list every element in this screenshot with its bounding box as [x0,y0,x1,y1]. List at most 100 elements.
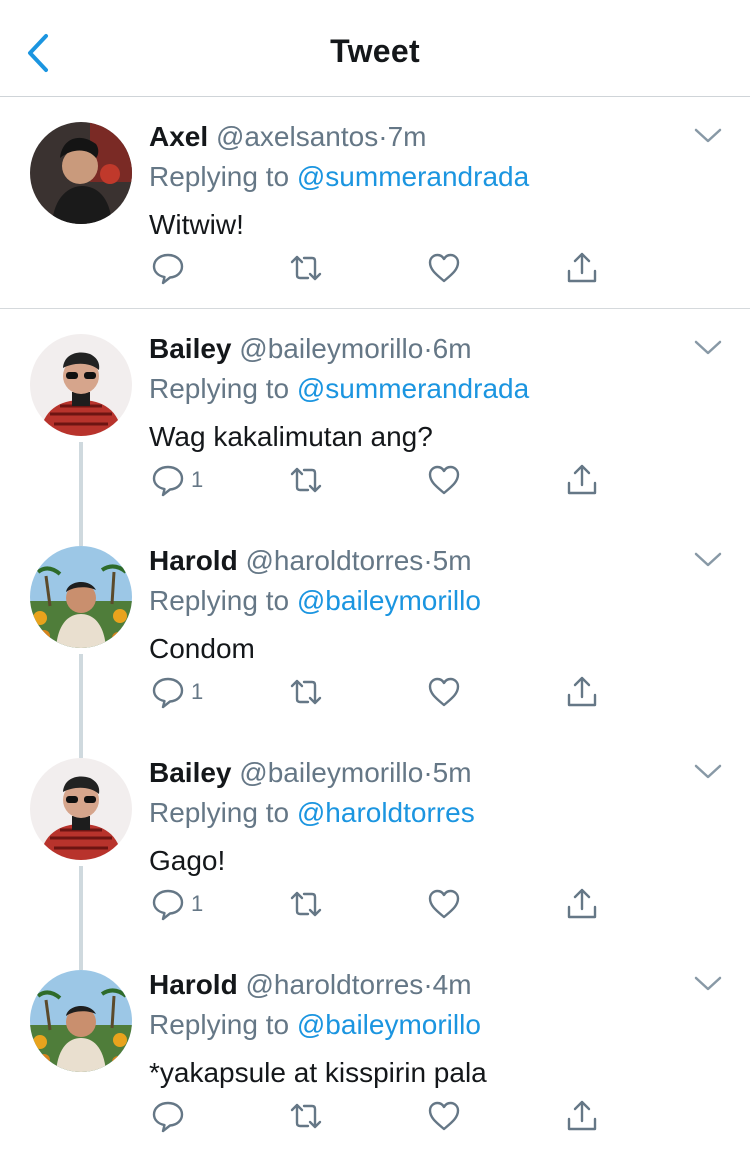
thread-connector-line [79,866,83,946]
like-button[interactable] [425,248,463,288]
tweet-text: Gago! [149,845,226,876]
replying-to-line: Replying to @summerandrada [149,372,529,406]
user-handle[interactable]: @baileymorillo [239,757,423,788]
reply-button[interactable]: 1 [149,672,203,712]
reply-button[interactable]: 1 [149,884,203,924]
tweet[interactable]: Bailey @baileymorillo·6m Replying to @su… [0,310,750,522]
reply-button[interactable] [149,1096,191,1136]
chevron-down-icon [694,976,722,991]
tweet[interactable]: Bailey @baileymorillo·5m Replying to @ha… [0,734,750,946]
timestamp: 6m [432,333,472,364]
share-icon [567,252,597,283]
like-icon [428,1101,460,1131]
display-name[interactable]: Harold [149,969,238,1000]
display-name[interactable]: Axel [149,121,208,152]
like-icon [428,253,460,283]
retweet-button[interactable] [287,1096,325,1136]
avatar[interactable] [30,758,132,860]
replying-to-line: Replying to @summerandrada [149,160,529,194]
tweet-header: Harold @haroldtorres·4m [149,968,472,1002]
avatar[interactable] [30,122,132,224]
tweet[interactable]: Harold @haroldtorres·5m Replying to @bai… [0,522,750,734]
mention-link[interactable]: @baileymorillo [297,585,481,616]
tweet-options-button[interactable] [692,550,724,570]
share-button[interactable] [563,460,601,500]
replying-to-label: Replying to [149,585,290,616]
tweet-options-button[interactable] [692,974,724,994]
like-button[interactable] [425,884,463,924]
share-button[interactable] [563,248,601,288]
tweet-text: Witwiw! [149,209,244,240]
share-button[interactable] [563,884,601,924]
display-name[interactable]: Bailey [149,333,232,364]
retweet-button[interactable] [287,672,325,712]
mention-link[interactable]: @haroldtorres [297,797,475,828]
tweet-options-button[interactable] [692,338,724,358]
user-handle[interactable]: @axelsantos [216,121,378,152]
thread-connector-line [79,946,83,970]
share-button[interactable] [563,1096,601,1136]
reply-button[interactable]: 1 [149,460,203,500]
retweet-button[interactable] [287,884,325,924]
replying-to-label: Replying to [149,797,290,828]
tweet-actions [149,1096,619,1142]
like-icon [428,677,460,707]
tweet[interactable]: Axel @axelsantos·7m Replying to @summera… [0,98,750,309]
share-icon [567,1100,597,1131]
tweet-actions [149,248,619,294]
tweet-header: Harold @haroldtorres·5m [149,544,472,578]
like-button[interactable] [425,460,463,500]
share-icon [567,888,597,919]
reply-count: 1 [191,679,204,704]
chevron-down-icon [694,340,722,355]
like-button[interactable] [425,1096,463,1136]
mention-link[interactable]: @summerandrada [297,373,529,404]
tweet-header: Bailey @baileymorillo·6m [149,332,472,366]
tweet[interactable]: Harold @haroldtorres·4m Replying to @bai… [0,946,750,1155]
share-icon [567,464,597,495]
tweet-options-button[interactable] [692,126,724,146]
thread-connector-line [79,522,83,546]
retweet-button[interactable] [287,248,325,288]
tweet-header: Bailey @baileymorillo·5m [149,756,472,790]
replying-to-label: Replying to [149,373,290,404]
tweet-text: Condom [149,633,255,664]
reply-icon [152,1101,184,1133]
thread-connector-line [79,734,83,758]
retweet-icon [290,467,322,493]
display-name[interactable]: Bailey [149,757,232,788]
mention-link[interactable]: @baileymorillo [297,1009,481,1040]
top-navigation-bar: Tweet [0,0,750,97]
replying-to-line: Replying to @haroldtorres [149,796,475,830]
user-handle[interactable]: @haroldtorres [245,545,423,576]
share-icon [567,676,597,707]
tweet-options-button[interactable] [692,762,724,782]
timestamp: 4m [432,969,472,1000]
avatar[interactable] [30,546,132,648]
thread-connector-line [79,442,83,522]
tweet-actions: 1 [149,884,619,930]
replying-to-label: Replying to [149,161,290,192]
tweet-actions: 1 [149,672,619,718]
display-name[interactable]: Harold [149,545,238,576]
replying-to-label: Replying to [149,1009,290,1040]
reply-button[interactable] [149,248,191,288]
mention-link[interactable]: @summerandrada [297,161,529,192]
like-button[interactable] [425,672,463,712]
retweet-button[interactable] [287,460,325,500]
user-handle[interactable]: @haroldtorres [245,969,423,1000]
reply-count: 1 [191,467,204,492]
reply-count: 1 [191,891,204,916]
separator-dot: · [423,969,433,1000]
separator-dot: · [423,545,433,576]
timestamp: 5m [432,545,472,576]
avatar[interactable] [30,334,132,436]
user-handle[interactable]: @baileymorillo [239,333,423,364]
tweet-actions: 1 [149,460,619,506]
reply-icon [152,677,184,709]
separator-dot: · [423,333,433,364]
reply-icon [152,465,184,497]
avatar[interactable] [30,970,132,1072]
share-button[interactable] [563,672,601,712]
retweet-icon [290,255,322,281]
